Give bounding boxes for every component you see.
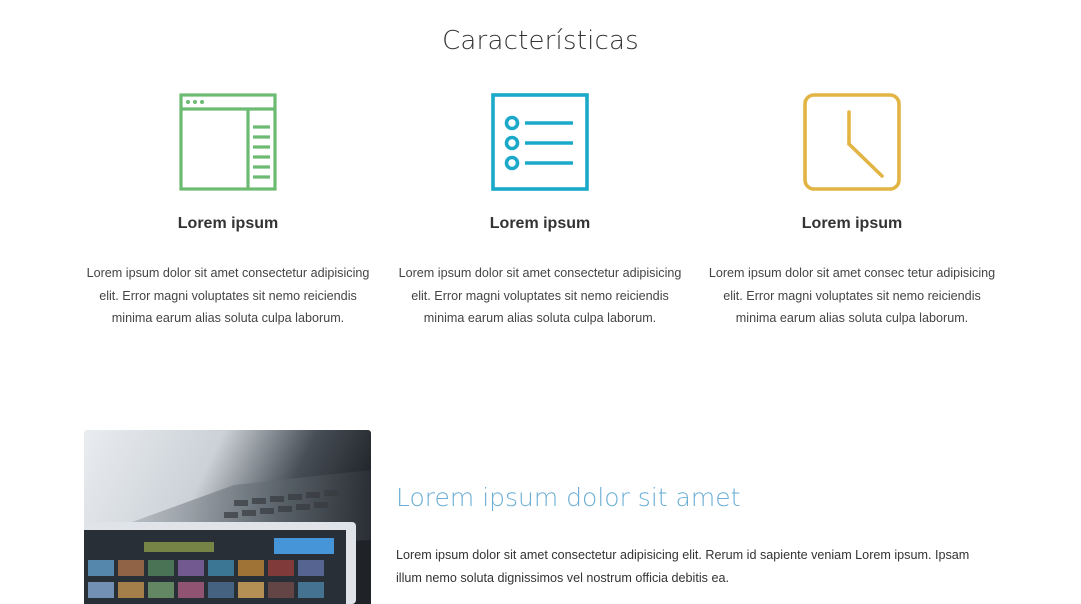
browser-window-icon [179,93,277,191]
feature-card-list: Lorem ipsum Lorem ipsum dolor sit amet c… [384,92,696,330]
feature-description: Lorem ipsum dolor sit amet consectetur a… [398,266,682,325]
feature-description: Lorem ipsum dolor sit amet consectetur a… [86,266,370,325]
laptop-tablet-photo [84,430,371,604]
section-title: Características [442,25,639,56]
feature-card-browser: Lorem ipsum Lorem ipsum dolor sit amet c… [72,92,384,330]
feature-description: Lorem ipsum dolor sit amet consec tetur … [708,266,996,325]
feature-title: Lorem ipsum [801,215,903,232]
promo-description: Lorem ipsum dolor sit amet consectetur a… [396,548,970,585]
list-icon [491,93,589,191]
feature-card-clock: Lorem ipsum Lorem ipsum dolor sit amet c… [696,92,1008,330]
feature-title: Lorem ipsum [177,215,279,232]
feature-title: Lorem ipsum [489,215,591,232]
clock-icon [803,93,901,191]
promo-title: Lorem ipsum dolor sit amet [396,483,741,512]
